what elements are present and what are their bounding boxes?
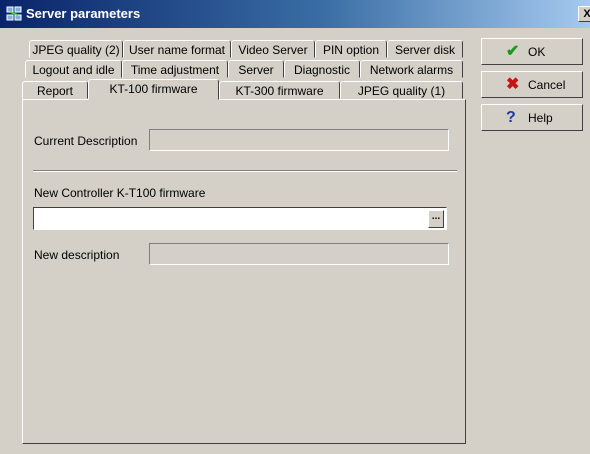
- new-description-label: New description: [34, 248, 120, 262]
- help-button[interactable]: ? Help: [481, 104, 583, 131]
- server-network-icon: [6, 6, 22, 21]
- tab-jpeg-quality-2[interactable]: JPEG quality (2): [29, 40, 123, 58]
- tab-network-alarms[interactable]: Network alarms: [360, 60, 463, 78]
- tab-diagnostic[interactable]: Diagnostic: [284, 60, 360, 78]
- close-button[interactable]: X: [578, 6, 590, 22]
- new-description-field[interactable]: [149, 243, 449, 265]
- separator: [33, 170, 457, 172]
- new-firmware-label: New Controller K-T100 firmware: [34, 186, 206, 200]
- browse-button[interactable]: ...: [428, 210, 444, 228]
- new-firmware-input[interactable]: [33, 207, 447, 230]
- window-title: Server parameters: [26, 6, 141, 21]
- checkmark-icon: ✔: [506, 43, 520, 60]
- tab-report[interactable]: Report: [22, 81, 88, 99]
- tab-video-server[interactable]: Video Server: [231, 40, 315, 58]
- title-bar: Server parameters X: [0, 0, 590, 28]
- current-description-label: Current Description: [34, 134, 138, 148]
- tab-server[interactable]: Server: [228, 60, 284, 78]
- tab-time-adjustment[interactable]: Time adjustment: [122, 60, 228, 78]
- cancel-label: Cancel: [528, 78, 566, 92]
- x-mark-icon: ✖: [506, 76, 520, 93]
- tab-panel: Current Description New Controller K-T10…: [22, 99, 466, 444]
- tab-server-disk[interactable]: Server disk: [387, 40, 463, 58]
- tab-jpeg-quality-1[interactable]: JPEG quality (1): [340, 81, 463, 99]
- tab-pin-option[interactable]: PIN option: [315, 40, 387, 58]
- current-description-field: [149, 129, 449, 151]
- help-label: Help: [528, 111, 553, 125]
- cancel-button[interactable]: ✖ Cancel: [481, 71, 583, 98]
- ok-button[interactable]: ✔ OK: [481, 38, 583, 65]
- question-mark-icon: ?: [506, 109, 516, 126]
- tab-kt100-firmware[interactable]: KT-100 firmware: [88, 79, 219, 100]
- ok-label: OK: [528, 45, 546, 59]
- tab-user-name-format[interactable]: User name format: [123, 40, 231, 58]
- tab-logout-and-idle[interactable]: Logout and idle: [25, 60, 122, 78]
- tab-kt300-firmware[interactable]: KT-300 firmware: [219, 81, 340, 99]
